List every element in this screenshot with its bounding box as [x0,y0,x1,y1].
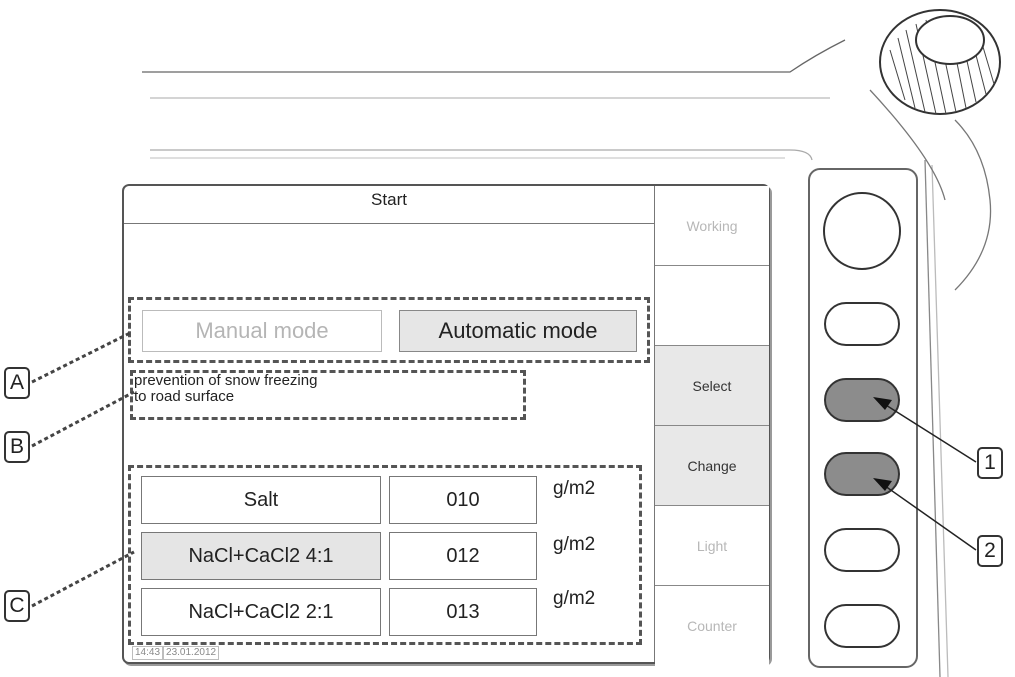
callout-1: 1 [977,447,1003,479]
callout-c: C [4,590,30,622]
callout-b: B [4,431,30,463]
callout-2: 2 [977,535,1003,567]
callout-leaders [31,331,977,608]
callout-a: A [4,367,30,399]
